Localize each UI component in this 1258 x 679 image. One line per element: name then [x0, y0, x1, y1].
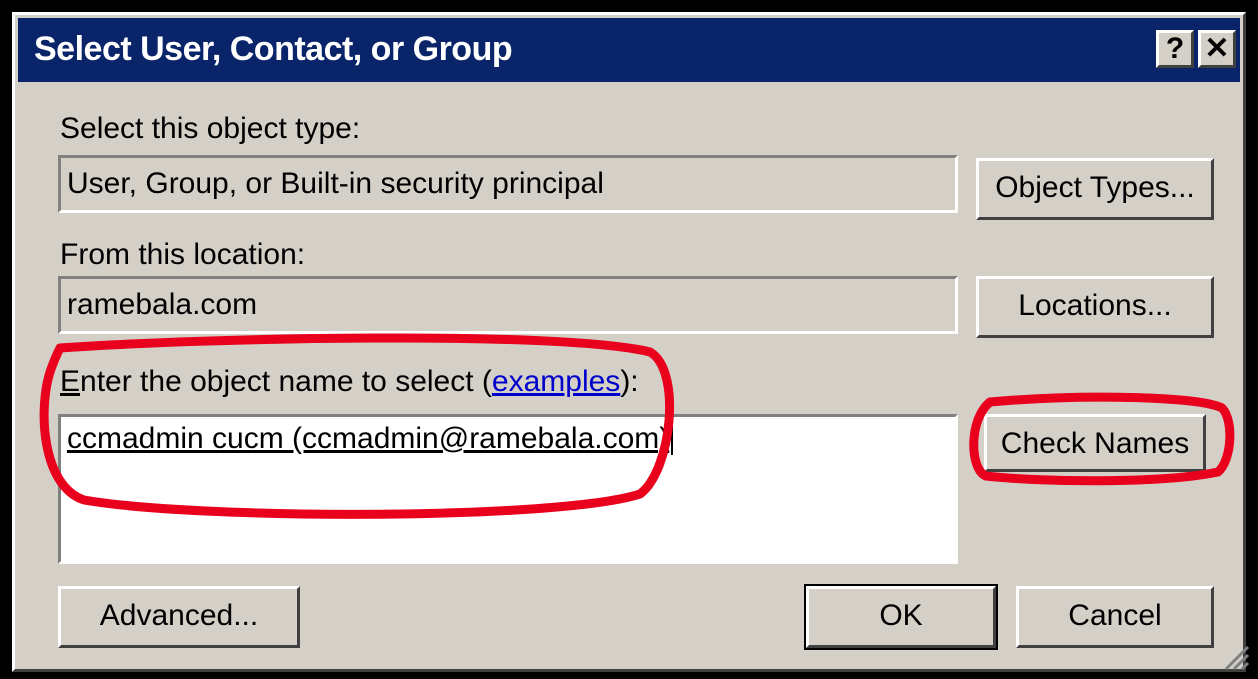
annotation-layer	[39, 333, 1235, 519]
annotation-circle-object-name	[39, 333, 675, 519]
annotation-circle-check-names	[969, 392, 1235, 486]
